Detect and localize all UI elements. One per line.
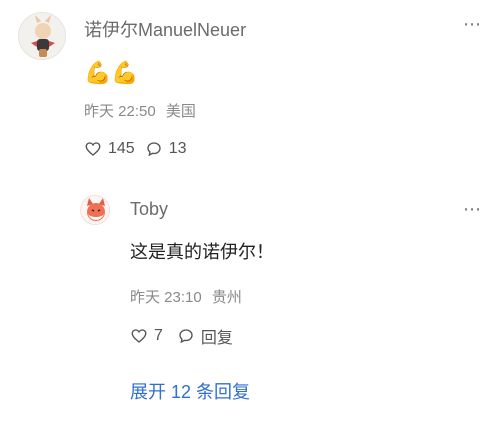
main-time: 昨天 22:50 bbox=[84, 103, 156, 120]
reply-meta: 昨天 23:10 贵州 bbox=[130, 286, 242, 307]
heart-icon bbox=[131, 329, 147, 343]
main-comment-content: 💪💪 bbox=[84, 60, 139, 86]
reply-content: 这是真的诺伊尔！ bbox=[130, 242, 274, 262]
heart-icon bbox=[85, 142, 101, 156]
reply-like-button[interactable]: 7 bbox=[130, 327, 163, 345]
flexed-biceps-emoji: 💪💪 bbox=[84, 60, 139, 85]
avatar-main-user[interactable] bbox=[18, 12, 66, 60]
main-comment-meta: 昨天 22:50 美国 bbox=[84, 100, 196, 121]
reply-reply-button[interactable]: 回复 bbox=[177, 324, 233, 348]
main-like-count: 145 bbox=[108, 140, 135, 157]
bunny-avatar-icon bbox=[19, 13, 65, 59]
reply-location: 贵州 bbox=[211, 289, 242, 306]
more-options-reply[interactable]: ⋯ bbox=[463, 199, 482, 220]
main-like-button[interactable]: 145 bbox=[84, 140, 135, 158]
avatar-reply-user[interactable] bbox=[80, 195, 110, 225]
reply-actions: 7 回复 bbox=[130, 324, 233, 348]
more-options-main[interactable]: ⋯ bbox=[463, 14, 482, 35]
comment-bubble-icon bbox=[147, 142, 161, 157]
expand-replies-link[interactable]: 展开 12 条回复 bbox=[130, 378, 250, 404]
reply-reply-label: 回复 bbox=[200, 330, 233, 347]
main-username[interactable]: 诺伊尔ManuelNeuer bbox=[84, 16, 246, 42]
reply-time: 昨天 23:10 bbox=[130, 289, 202, 306]
main-actions: 145 13 bbox=[84, 140, 187, 158]
comment-bubble-icon bbox=[179, 329, 193, 344]
main-location: 美国 bbox=[165, 103, 196, 120]
fox-avatar-icon bbox=[81, 196, 109, 224]
main-comment-count: 13 bbox=[168, 140, 187, 157]
reply-like-count: 7 bbox=[154, 327, 163, 344]
reply-username[interactable]: Toby bbox=[130, 199, 168, 220]
main-comment-button[interactable]: 13 bbox=[145, 140, 187, 158]
